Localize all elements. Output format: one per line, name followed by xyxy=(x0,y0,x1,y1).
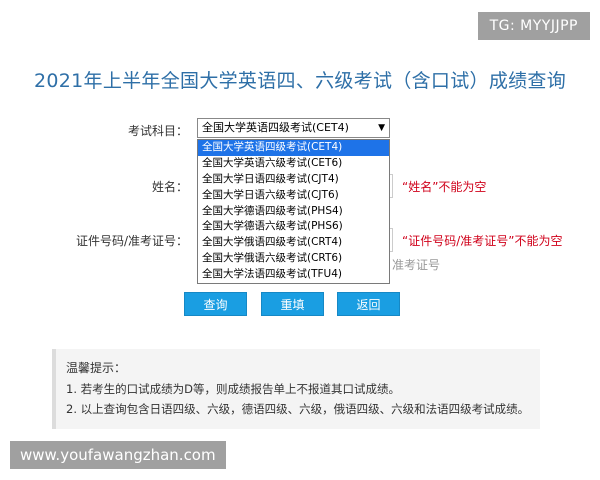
subject-option[interactable]: 全国大学法语四级考试(TFU4) xyxy=(198,267,389,283)
back-button[interactable]: 返回 xyxy=(337,292,400,316)
subject-select-value: 全国大学英语四级考试(CET4) xyxy=(202,121,349,134)
subject-option[interactable]: 全国大学日语六级考试(CJT6) xyxy=(198,188,389,204)
name-error: “姓名”不能为空 xyxy=(402,180,487,194)
subject-option[interactable]: 全国大学德语四级考试(PHS4) xyxy=(198,204,389,220)
subject-label: 考试科目： xyxy=(127,124,188,138)
id-error: “证件号码/准考证号”不能为空 xyxy=(402,234,563,248)
reset-button[interactable]: 重填 xyxy=(261,292,324,316)
watermark-bottom: www.youfawangzhan.com xyxy=(10,441,226,469)
tip-line: 1. 若考生的口试成绩为D等，则成绩报告单上不报道其口试成绩。 xyxy=(66,382,400,396)
name-label: 姓名： xyxy=(151,180,188,194)
subject-dropdown-list[interactable]: 全国大学英语四级考试(CET4) 全国大学英语六级考试(CET6) 全国大学日语… xyxy=(197,139,390,285)
subject-option[interactable]: 全国大学俄语六级考试(CRT6) xyxy=(198,251,389,267)
tip-line: 2. 以上查询包含日语四级、六级，德语四级、六级，俄语四级、六级和法语四级考试成… xyxy=(66,402,530,416)
subject-option[interactable]: 全国大学德语六级考试(PHS6) xyxy=(198,219,389,235)
query-button[interactable]: 查询 xyxy=(184,292,247,316)
id-hint: 准考证号 xyxy=(392,258,441,272)
id-label: 证件号码/准考证号： xyxy=(75,234,188,248)
subject-option[interactable]: 全国大学英语四级考试(CET4) xyxy=(198,140,389,156)
subject-select[interactable]: 全国大学英语四级考试(CET4) ▼ xyxy=(197,118,390,138)
subject-option[interactable]: 全国大学日语四级考试(CJT4) xyxy=(198,172,389,188)
subject-option[interactable]: 全国大学俄语四级考试(CRT4) xyxy=(198,235,389,251)
page-title: 2021年上半年全国大学英语四、六级考试（含口试）成绩查询 xyxy=(33,70,567,92)
tips-panel: 温馨提示： 1. 若考生的口试成绩为D等，则成绩报告单上不报道其口试成绩。 2.… xyxy=(52,349,540,429)
subject-option[interactable]: 全国大学英语六级考试(CET6) xyxy=(198,156,389,172)
chevron-down-icon: ▼ xyxy=(378,123,385,133)
watermark-top: TG: MYYJJPP xyxy=(477,12,590,40)
tips-title: 温馨提示： xyxy=(66,361,127,375)
